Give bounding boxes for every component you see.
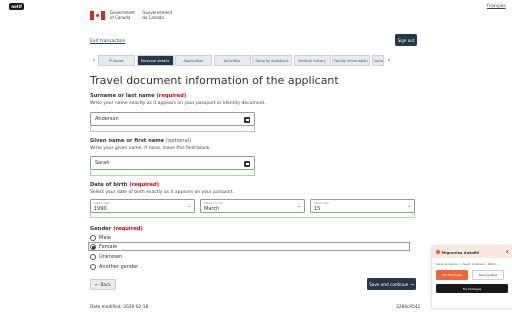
surname-underline <box>90 126 255 132</box>
tab-family-information[interactable]: Family information <box>332 55 370 66</box>
back-label: Back <box>100 282 111 287</box>
fill-all-pages-button[interactable]: Fill All Pages <box>436 284 508 293</box>
canada-flag-icon <box>90 11 105 20</box>
save-and-next-button[interactable]: Save & Next <box>472 270 504 280</box>
sign-out-button[interactable]: Sign out <box>395 34 417 46</box>
tabs-next-arrow-icon[interactable]: › <box>385 55 393 66</box>
tab-medical-history[interactable]: Medical history <box>293 55 331 66</box>
surname-label: Surname or last name (required) <box>90 93 186 99</box>
required-tag: (required) <box>156 93 187 99</box>
required-tag: (required) <box>129 182 160 188</box>
radio-icon[interactable] <box>90 235 96 241</box>
assistant-header: Migravisa Autofill × <box>432 246 512 258</box>
tabs-prev-arrow-icon[interactable]: ‹ <box>90 55 98 66</box>
surname-hint: Write your name exactly as it appears on… <box>90 101 266 106</box>
surname-input[interactable]: Anderson <box>90 112 255 126</box>
dob-month-value: March <box>204 205 220 212</box>
dob-underline <box>90 213 415 218</box>
date-modified: Date modified: 2026-02-18 <box>90 305 149 310</box>
given-name-underline <box>90 170 255 176</box>
fill-this-page-button[interactable]: Fill This Page <box>436 270 468 280</box>
dob-year-value: 1990 <box>94 205 107 212</box>
tab-purpose[interactable]: Purpose <box>98 55 135 66</box>
required-tag: (required) <box>113 226 143 232</box>
radio-icon[interactable] <box>90 254 96 260</box>
dob-day-mini-label: Select day <box>314 201 329 205</box>
gender-label: Gender (required) <box>90 226 143 232</box>
gender-focus-outline <box>88 242 410 251</box>
build-id: 3284c9542 <box>396 305 421 310</box>
assistant-button-row: Fill This Page Save & Next <box>432 266 512 284</box>
given-name-value: Sarah <box>95 160 110 166</box>
given-name-label-text: Given name or first name <box>90 138 165 144</box>
government-wordmark: Government of Canada Gouvernement du Can… <box>110 10 178 20</box>
dob-day-select[interactable]: Select day 15 ⌄ <box>310 199 415 213</box>
dob-label: Date of birth (required) <box>90 182 159 188</box>
tab-contact[interactable]: Conta <box>371 55 384 66</box>
radio-checked-icon[interactable] <box>90 244 96 250</box>
wordmark-en-line2: of Canada <box>110 14 131 20</box>
autofill-assistant-panel: Migravisa Autofill × Sarah Anderson — Sa… <box>432 246 512 308</box>
given-name-hint: Write your given name. If none, leave th… <box>90 146 211 151</box>
tab-application[interactable]: Application <box>175 55 212 66</box>
chevron-down-icon: ⌄ <box>187 204 191 209</box>
tab-personal-details[interactable]: Personal details <box>136 55 174 66</box>
progress-tabs: ‹ Purpose Personal details Application A… <box>90 55 417 66</box>
tab-activities[interactable]: Activities <box>213 55 251 66</box>
site-header: Government of Canada Gouvernement du Can… <box>0 0 512 28</box>
radio-icon[interactable] <box>90 264 96 270</box>
gender-option-unknown[interactable]: Unknown <box>90 253 122 261</box>
given-name-label: Given name or first name (optional) <box>90 138 191 144</box>
autofill-key-icon[interactable] <box>244 116 250 123</box>
given-name-input[interactable]: Sarah <box>90 156 255 170</box>
back-button[interactable]: ← Back <box>90 279 116 290</box>
surname-value: Anderson <box>95 116 119 122</box>
dob-label-text: Date of birth <box>90 182 128 188</box>
close-icon[interactable]: × <box>506 249 509 254</box>
gender-option-label: Unknown <box>99 254 123 260</box>
arrow-right-icon: → <box>410 281 414 287</box>
dob-day-value: 15 <box>314 205 321 212</box>
assistant-profile-line: Sarah Anderson — Sarah Anderson · Welco.… <box>436 262 499 266</box>
chevron-down-icon: ⌄ <box>407 204 411 209</box>
dob-year-select[interactable]: Select year 1990 ⌄ <box>90 199 195 213</box>
gender-option-male[interactable]: Male <box>90 234 111 242</box>
optional-tag: (optional) <box>166 138 192 144</box>
gender-option-label: Male <box>99 235 111 241</box>
gender-option-label: Another gender <box>99 264 139 270</box>
arrow-left-icon: ← <box>95 282 99 287</box>
gender-option-another[interactable]: Another gender <box>90 263 138 271</box>
tab-security-questions[interactable]: Security questions <box>252 55 292 66</box>
dob-year-mini-label: Select year <box>94 201 110 205</box>
dob-hint: Select your date of birth exactly as it … <box>90 190 235 195</box>
gender-option-female[interactable]: Female <box>90 243 117 251</box>
assistant-title: Migravisa Autofill <box>441 249 480 255</box>
chevron-down-icon: ⌄ <box>297 204 301 209</box>
language-toggle-link[interactable]: Français <box>487 4 506 9</box>
page-title: Travel document information of the appli… <box>90 74 339 87</box>
dob-month-mini-label: Select month <box>204 201 223 205</box>
surname-label-text: Surname or last name <box>90 93 155 99</box>
dob-month-select[interactable]: Select month March ⌄ <box>200 199 305 213</box>
save-label: Save and continue <box>369 281 409 287</box>
wordmark-fr-line2: du Canada <box>142 14 164 20</box>
autofill-person-icon[interactable] <box>244 160 250 167</box>
exit-transaction-link[interactable]: Exit transaction <box>90 39 125 44</box>
gender-label-text: Gender <box>90 226 112 232</box>
assistant-logo-icon <box>436 250 440 254</box>
save-and-continue-button[interactable]: Save and continue → <box>367 278 416 290</box>
gender-option-label: Female <box>99 244 118 250</box>
